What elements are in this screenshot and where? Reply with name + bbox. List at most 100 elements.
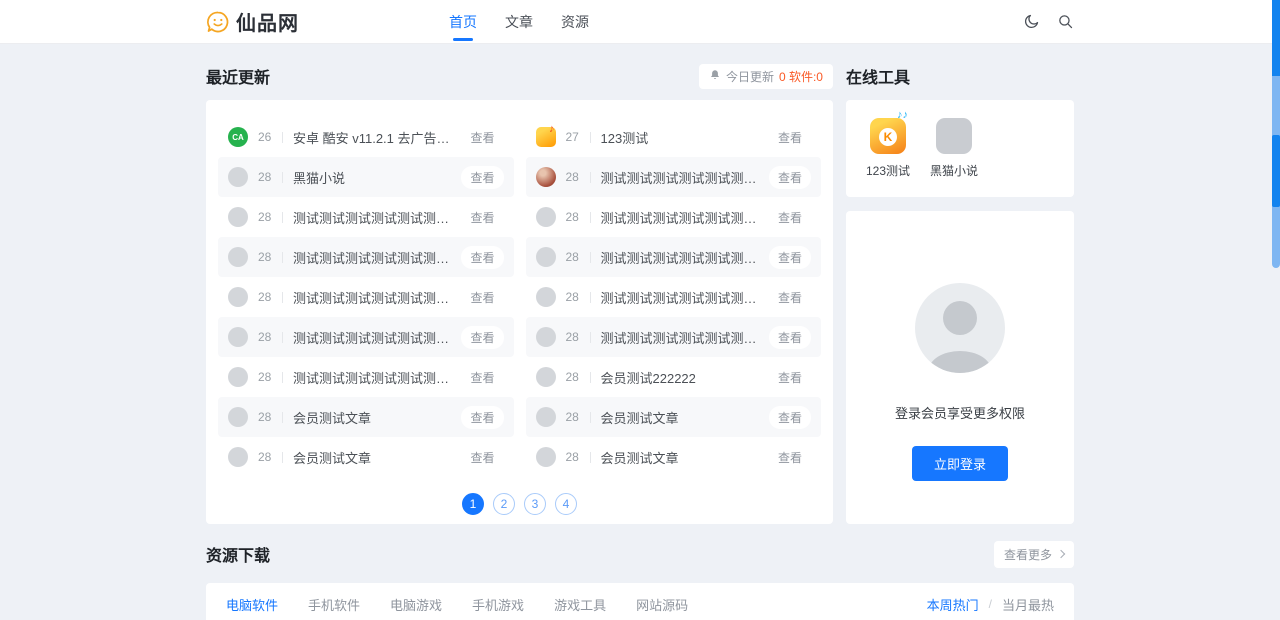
page-button[interactable]: 2 xyxy=(493,493,515,515)
view-link[interactable]: 查看 xyxy=(769,406,811,429)
list-item: 28 测试测试测试测试测试测试测试测试 查看 xyxy=(526,317,822,357)
tool-icon xyxy=(936,118,972,154)
sort-week-link[interactable]: 本周热门 xyxy=(927,595,979,614)
item-title[interactable]: 会员测试文章 xyxy=(293,408,453,427)
scrollbar-thumb[interactable] xyxy=(1272,0,1280,76)
header-actions xyxy=(1022,13,1074,31)
list-item: 28 会员测试文章 查看 xyxy=(526,397,822,437)
tool-item[interactable]: 黑猫小说 xyxy=(928,118,980,197)
item-title[interactable]: 测试测试测试测试测试测试测试测试 xyxy=(293,248,453,267)
site-logo[interactable]: 仙品网 xyxy=(206,7,299,36)
item-number: 28 xyxy=(566,210,584,224)
view-link[interactable]: 查看 xyxy=(461,286,503,309)
item-title[interactable]: 测试测试测试测试测试测试测试测试 xyxy=(601,248,761,267)
sort-separator: / xyxy=(989,597,992,611)
divider xyxy=(282,452,283,463)
item-title[interactable]: 会员测试文章 xyxy=(293,448,453,467)
tab-item[interactable]: 游戏工具 xyxy=(554,583,606,620)
dark-mode-toggle-icon[interactable] xyxy=(1022,13,1040,31)
item-title[interactable]: 测试测试测试测试测试测试测试测试 xyxy=(601,168,761,187)
nav-item[interactable]: 首页 xyxy=(449,0,477,43)
tool-icon xyxy=(870,118,906,154)
view-link[interactable]: 查看 xyxy=(769,366,811,389)
list-item: 28 测试测试测试测试测试测试测试测试 查看 xyxy=(526,277,822,317)
tab-item[interactable]: 电脑软件 xyxy=(226,583,278,620)
view-link[interactable]: 查看 xyxy=(769,326,811,349)
view-link[interactable]: 查看 xyxy=(769,126,811,149)
item-number: 28 xyxy=(258,250,276,264)
logo-smiley-icon xyxy=(206,10,230,34)
view-link[interactable]: 查看 xyxy=(461,166,503,189)
item-icon xyxy=(536,407,556,427)
item-title[interactable]: 123测试 xyxy=(601,128,761,147)
item-number: 28 xyxy=(566,450,584,464)
item-title[interactable]: 会员测试文章 xyxy=(601,408,761,427)
tab-item[interactable]: 手机游戏 xyxy=(472,583,524,620)
sort-month-link[interactable]: 当月最热 xyxy=(1002,595,1054,614)
login-message: 登录会员享受更多权限 xyxy=(895,403,1025,422)
login-card: 登录会员享受更多权限 立即登录 xyxy=(846,211,1074,524)
tool-label: 黑猫小说 xyxy=(930,162,978,179)
view-link[interactable]: 查看 xyxy=(461,126,503,149)
view-link[interactable]: 查看 xyxy=(461,246,503,269)
bell-icon xyxy=(709,69,721,84)
view-link[interactable]: 查看 xyxy=(769,246,811,269)
view-link[interactable]: 查看 xyxy=(461,446,503,469)
item-icon xyxy=(536,287,556,307)
item-title[interactable]: 黑猫小说 xyxy=(293,168,453,187)
item-number: 28 xyxy=(566,290,584,304)
item-title[interactable]: 会员测试文章 xyxy=(601,448,761,467)
view-more-label: 查看更多 xyxy=(1004,546,1052,563)
scrollbar[interactable] xyxy=(1272,0,1280,268)
item-title[interactable]: 测试测试测试测试测试测试测试测试 xyxy=(293,328,453,347)
view-link[interactable]: 查看 xyxy=(769,286,811,309)
tool-label: 123测试 xyxy=(866,162,910,179)
item-title[interactable]: 测试测试测试测试测试测试测试测试 xyxy=(293,288,453,307)
list-item: 28 测试测试测试测试测试测试测试测试 查看 xyxy=(526,197,822,237)
scrollbar-thumb[interactable] xyxy=(1272,135,1280,207)
page-button[interactable]: 1 xyxy=(462,493,484,515)
view-link[interactable]: 查看 xyxy=(461,406,503,429)
item-icon xyxy=(536,127,556,147)
tab-item[interactable]: 电脑游戏 xyxy=(390,583,442,620)
recent-list-column-1: 26 安卓 酷安 v11.2.1 去广告优化版 查看 28 黑猫小说 xyxy=(218,117,514,477)
item-title[interactable]: 安卓 酷安 v11.2.1 去广告优化版 xyxy=(293,128,453,147)
tab-item[interactable]: 手机软件 xyxy=(308,583,360,620)
view-link[interactable]: 查看 xyxy=(461,206,503,229)
sort-links: 本周热门 / 当月最热 xyxy=(927,595,1054,614)
item-title[interactable]: 测试测试测试测试测试测试测试测试 xyxy=(293,368,453,387)
view-link[interactable]: 查看 xyxy=(461,326,503,349)
login-button[interactable]: 立即登录 xyxy=(912,446,1008,481)
avatar xyxy=(915,283,1005,373)
divider xyxy=(282,212,283,223)
search-icon[interactable] xyxy=(1056,13,1074,31)
item-number: 28 xyxy=(258,330,276,344)
view-link[interactable]: 查看 xyxy=(769,206,811,229)
item-title[interactable]: 会员测试222222 xyxy=(601,368,761,387)
section-title-tools: 在线工具 xyxy=(846,64,910,88)
nav-item[interactable]: 资源 xyxy=(561,0,589,43)
divider xyxy=(590,332,591,343)
view-link[interactable]: 查看 xyxy=(769,446,811,469)
view-more-button[interactable]: 查看更多 xyxy=(994,541,1074,568)
tab-item[interactable]: 网站源码 xyxy=(636,583,688,620)
list-item: 28 测试测试测试测试测试测试测试测试 查看 xyxy=(526,157,822,197)
tool-item[interactable]: 123测试 xyxy=(862,118,914,197)
divider xyxy=(590,132,591,143)
page-button[interactable]: 4 xyxy=(555,493,577,515)
item-title[interactable]: 测试测试测试测试测试测试测试测试 xyxy=(601,288,761,307)
item-title[interactable]: 测试测试测试测试测试测试测试测试 xyxy=(293,208,453,227)
view-link[interactable]: 查看 xyxy=(461,366,503,389)
divider xyxy=(590,212,591,223)
divider xyxy=(282,132,283,143)
item-number: 28 xyxy=(258,170,276,184)
divider xyxy=(590,252,591,263)
view-link[interactable]: 查看 xyxy=(769,166,811,189)
recent-list-column-2: 27 123测试 查看 28 测试测试测试测试测试测试测试测试 xyxy=(526,117,822,477)
item-title[interactable]: 测试测试测试测试测试测试测试测试 xyxy=(601,328,761,347)
item-number: 28 xyxy=(566,370,584,384)
divider xyxy=(590,412,591,423)
page-button[interactable]: 3 xyxy=(524,493,546,515)
nav-item[interactable]: 文章 xyxy=(505,0,533,43)
item-title[interactable]: 测试测试测试测试测试测试测试测试 xyxy=(601,208,761,227)
